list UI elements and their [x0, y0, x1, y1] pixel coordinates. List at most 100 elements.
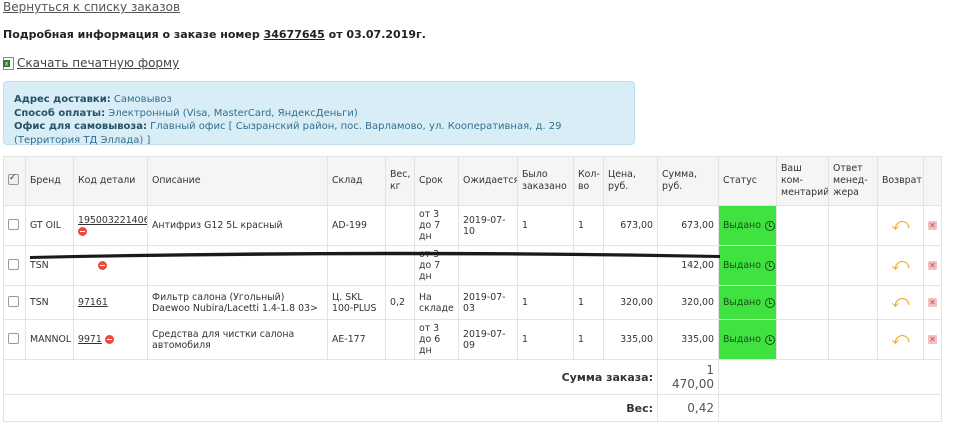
qty-cell: 1 — [573, 285, 604, 320]
header-price: Цена, руб. — [603, 156, 658, 206]
code-cell: 9971 — [73, 319, 148, 360]
order-number[interactable]: 34677645 — [264, 28, 325, 41]
weight-cell — [385, 319, 415, 360]
weight-cell — [385, 205, 415, 246]
delete-icon[interactable]: ✕ — [928, 261, 937, 270]
title-prefix: Подробная информация о заказе номер — [3, 28, 264, 41]
header-term: Срок — [414, 156, 459, 206]
description-cell: Средства для чистки салона автомобиля — [147, 319, 328, 360]
return-cell: ⤺ — [877, 205, 924, 246]
term-cell: от 3 до 6 дн — [414, 319, 459, 360]
delivery-value: Самовывоз — [110, 94, 172, 105]
row-select-cell[interactable] — [3, 205, 26, 246]
description-cell: Антифриз G12 5L красный — [147, 205, 328, 246]
code-cell: 97161 — [73, 285, 148, 320]
delivery-label: Адрес доставки: — [14, 94, 111, 105]
header-description: Описание — [147, 156, 328, 206]
order-weight-filler — [718, 394, 942, 422]
order-weight-label: Вес: — [3, 394, 658, 422]
order-total-value: 1 470,00 — [657, 359, 719, 395]
history-icon[interactable] — [764, 260, 775, 271]
header-warehouse: Склад — [327, 156, 386, 206]
weight-cell: 0,2 — [385, 285, 415, 320]
sum-cell: 673,00 — [657, 205, 719, 246]
table-row: TSN от 3 до 7 дн 142,00 Выдано ⤺ ✕ — [3, 245, 942, 286]
row-select-cell[interactable] — [3, 285, 26, 320]
return-icon[interactable]: ⤺ — [891, 257, 909, 274]
sum-cell: 335,00 — [657, 319, 719, 360]
warehouse-cell: AD-199 — [327, 205, 386, 246]
return-icon[interactable]: ⤺ — [891, 294, 909, 311]
return-icon[interactable]: ⤺ — [891, 331, 909, 348]
delete-icon[interactable]: ✕ — [928, 335, 937, 344]
header-code: Код детали — [73, 156, 148, 206]
back-to-orders-link[interactable]: Вернуться к списку заказов — [3, 0, 180, 14]
status-label: Выдано — [723, 220, 761, 231]
manager-cell — [828, 319, 878, 360]
order-total-label: Сумма заказа: — [3, 359, 658, 395]
row-checkbox[interactable] — [8, 295, 19, 307]
table-header-row: Бренд Код детали Описание Склад Вес, кг … — [3, 156, 942, 206]
status-cell: Выдано — [718, 285, 777, 320]
order-total-filler — [718, 359, 942, 395]
sum-cell: 320,00 — [657, 285, 719, 320]
row-checkbox[interactable] — [8, 218, 19, 230]
term-cell: от 3 до 7 дн — [414, 205, 459, 246]
header-return: Возврат — [877, 156, 924, 206]
order-items-table: Бренд Код детали Описание Склад Вес, кг … — [3, 156, 942, 422]
qty-cell: 1 — [573, 205, 604, 246]
header-brand: Бренд — [25, 156, 74, 206]
expected-cell: 2019-07-10 — [458, 205, 518, 246]
row-checkbox[interactable] — [8, 332, 19, 344]
warehouse-cell — [327, 245, 386, 286]
status-cell: Выдано — [718, 245, 777, 286]
warehouse-cell: Ц. SKL 100-PLUS — [327, 285, 386, 320]
status-cell: Выдано — [718, 205, 777, 246]
history-icon[interactable] — [764, 220, 775, 231]
status-label: Выдано — [723, 260, 761, 271]
print-form-link[interactable]: x Скачать печатную форму — [3, 56, 179, 70]
header-status: Статус — [718, 156, 777, 206]
delete-icon[interactable]: ✕ — [928, 298, 937, 307]
history-icon[interactable] — [764, 297, 775, 308]
brand-cell: TSN — [25, 245, 74, 286]
table-row: GT OIL 1950032214069 Антифриз G12 5L кра… — [3, 205, 942, 246]
payment-label: Способ оплаты: — [14, 107, 106, 119]
term-cell: На складе — [414, 285, 459, 320]
payment-value: Электронный (Visa, MasterCard, ЯндексДен… — [105, 107, 358, 119]
return-cell: ⤺ — [877, 285, 924, 320]
expected-cell: 2019-07-09 — [458, 319, 518, 360]
comment-cell[interactable] — [776, 245, 829, 286]
warning-icon — [104, 335, 114, 344]
history-icon[interactable] — [764, 334, 775, 345]
comment-cell[interactable] — [776, 285, 829, 320]
payment-line: Способ оплаты: Электронный (Visa, Master… — [14, 107, 624, 121]
ordered-cell: 1 — [517, 319, 574, 360]
code-cell — [73, 245, 148, 286]
status-cell: Выдано — [718, 319, 777, 360]
part-code-link[interactable]: 9971 — [78, 334, 102, 345]
row-checkbox[interactable] — [8, 258, 19, 270]
part-code-link[interactable]: 1950032214069 — [78, 215, 147, 226]
warning-icon — [78, 226, 87, 236]
select-all-checkbox[interactable] — [8, 172, 19, 185]
ordered-cell: 1 — [517, 285, 574, 320]
select-all-cell[interactable] — [3, 156, 26, 206]
title-suffix: от 03.07.2019г. — [324, 28, 426, 41]
price-cell: 320,00 — [603, 285, 658, 320]
delete-icon[interactable]: ✕ — [928, 221, 937, 230]
comment-cell[interactable] — [776, 205, 829, 246]
part-code-link[interactable]: 97161 — [78, 297, 108, 308]
comment-cell[interactable] — [776, 319, 829, 360]
return-icon[interactable]: ⤺ — [891, 217, 909, 234]
header-delete — [923, 156, 942, 206]
row-select-cell[interactable] — [3, 319, 26, 360]
price-cell: 673,00 — [603, 205, 658, 246]
order-weight-row: Вес: 0,42 — [3, 394, 942, 422]
header-comment: Ваш ком-ментарий — [776, 156, 829, 206]
description-cell — [147, 245, 328, 286]
manager-cell — [828, 245, 878, 286]
description-cell: Фильтр салона (Угольный) Daewoo Nubira/L… — [147, 285, 328, 320]
row-select-cell[interactable] — [3, 245, 26, 286]
header-manager: Ответ менед-жера — [828, 156, 878, 206]
